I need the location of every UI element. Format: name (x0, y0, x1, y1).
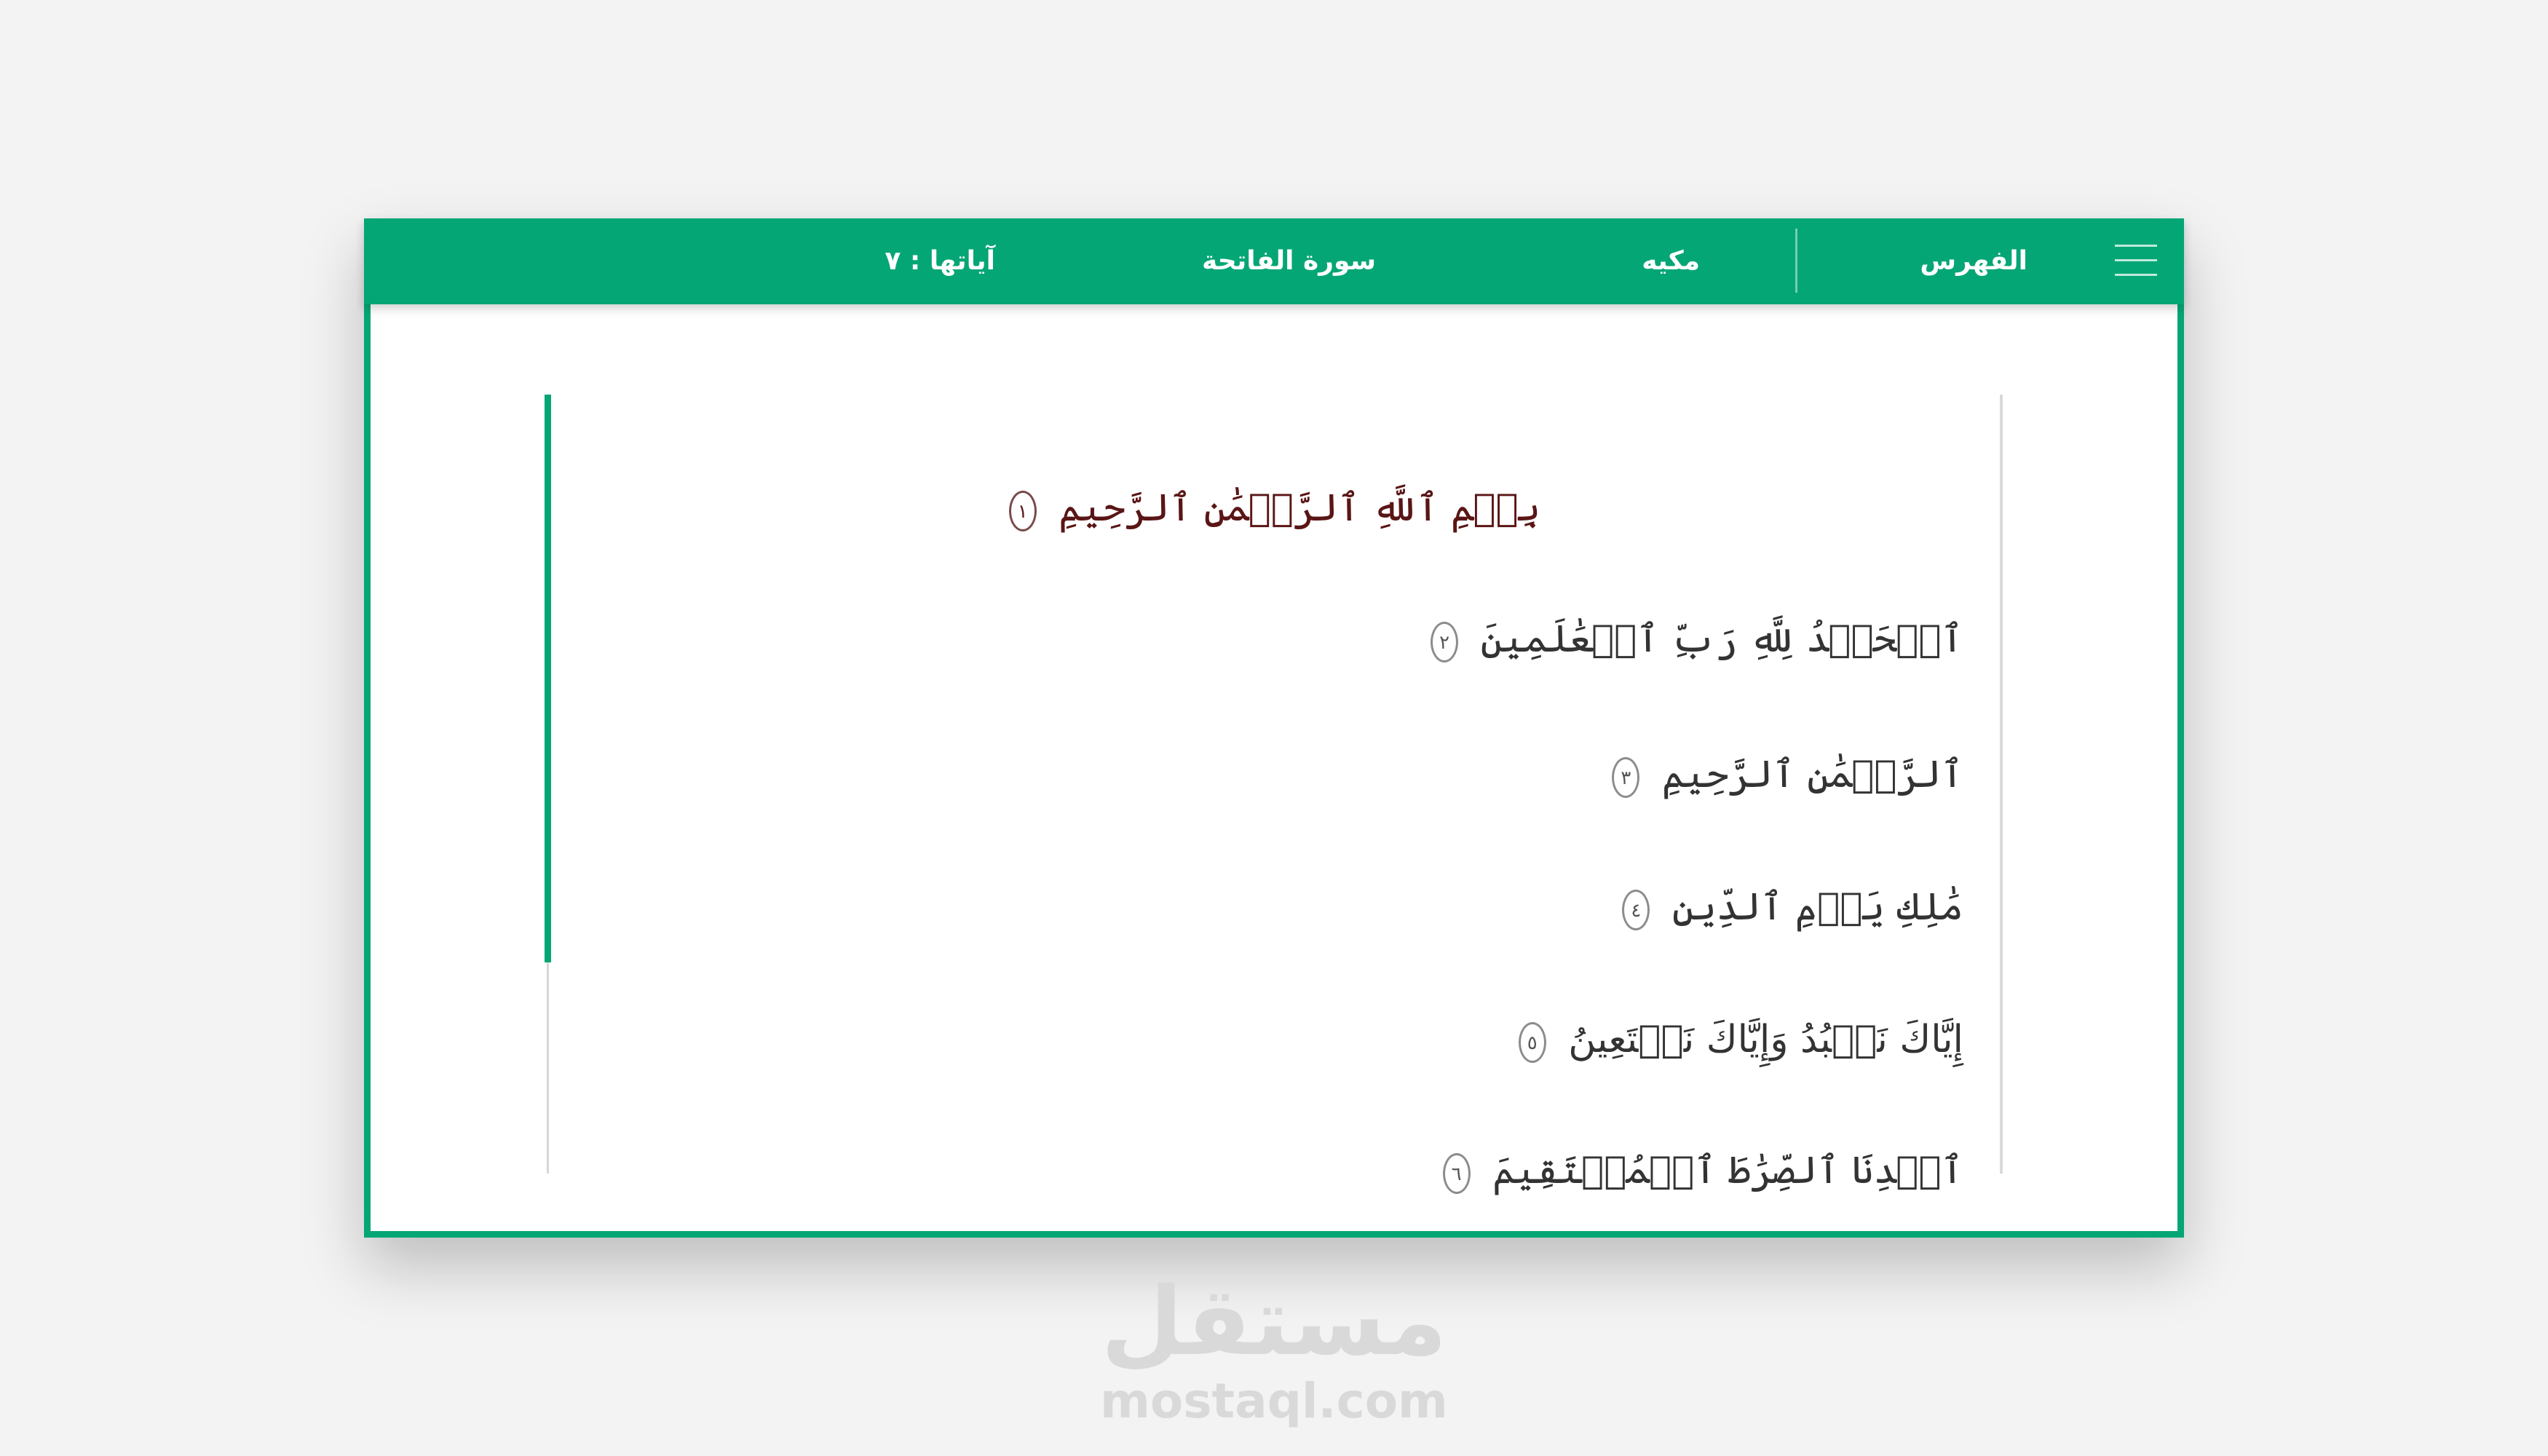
ayah-number-marker: ٦ (1442, 1152, 1471, 1194)
ayah-number-marker: ٢ (1431, 621, 1459, 662)
verse-count-label: آياتها : ٧ (885, 246, 995, 276)
basmala-verse: بِسۡمِ ٱللَّهِ ٱلرَّحۡمَٰنِ ٱلرَّحِيمِ ١ (547, 479, 2003, 537)
top-bar: الفهرس مكيه سورة الفاتحة آياتها : ٧ (364, 218, 2184, 304)
watermark-logo: مستقل (1101, 1266, 1447, 1377)
revelation-type-label: مكيه (1642, 246, 1700, 276)
verse-line: ٱلۡحَمۡدُ لِلَّهِ رَبِّ ٱلۡعَٰلَمِينَ ٢ (653, 610, 1963, 668)
ayah-number-marker: ٤ (1622, 889, 1650, 930)
verse-text: ٱلرَّحۡمَٰنِ ٱلرَّحِيمِ (1661, 753, 1963, 796)
ayah-number-marker: ١ (1008, 490, 1037, 531)
hamburger-menu-icon[interactable] (2115, 237, 2157, 284)
verse-line: مَٰلِكِ يَوۡمِ ٱلدِّينِ ٤ (653, 878, 1963, 936)
verse-line: ٱهۡدِنَا ٱلصِّرَٰطَ ٱلۡمُسۡتَقِيمَ ٦ (653, 1142, 1963, 1200)
verses-panel: بِسۡمِ ٱللَّهِ ٱلرَّحۡمَٰنِ ٱلرَّحِيمِ ١… (545, 395, 2003, 1194)
verse-line: إِيَّاكَ نَعۡبُدُ وَإِيَّاكَ نَسۡتَعِينُ… (653, 1010, 1963, 1069)
mostaql-watermark: مستقل mostaql.com (910, 1267, 1638, 1427)
ayah-number-marker: ٣ (1612, 756, 1640, 798)
basmala-text: بِسۡمِ ٱللَّهِ ٱلرَّحۡمَٰنِ ٱلرَّحِيمِ (1059, 486, 1541, 530)
header-divider (1795, 229, 1797, 293)
verse-text: إِيَّاكَ نَعۡبُدُ وَإِيَّاكَ نَسۡتَعِينُ (1568, 1018, 1963, 1061)
verse-text: مَٰلِكِ يَوۡمِ ٱلدِّينِ (1671, 885, 1963, 929)
surah-name-title: سورة الفاتحة (1201, 246, 1376, 276)
ayah-number-marker: ٥ (1518, 1021, 1546, 1063)
index-link[interactable]: الفهرس (1920, 218, 2027, 304)
watermark-url: mostaql.com (1100, 1373, 1448, 1429)
verse-text: ٱهۡدِنَا ٱلصِّرَٰطَ ٱلۡمُسۡتَقِيمَ (1492, 1149, 1963, 1192)
quran-reader-window: الفهرس مكيه سورة الفاتحة آياتها : ٧ بِسۡ… (364, 218, 2184, 1238)
verse-text: ٱلۡحَمۡدُ لِلَّهِ رَبِّ ٱلۡعَٰلَمِينَ (1480, 617, 1963, 661)
verse-line: ٱلرَّحۡمَٰنِ ٱلرَّحِيمِ ٣ (653, 745, 1963, 804)
